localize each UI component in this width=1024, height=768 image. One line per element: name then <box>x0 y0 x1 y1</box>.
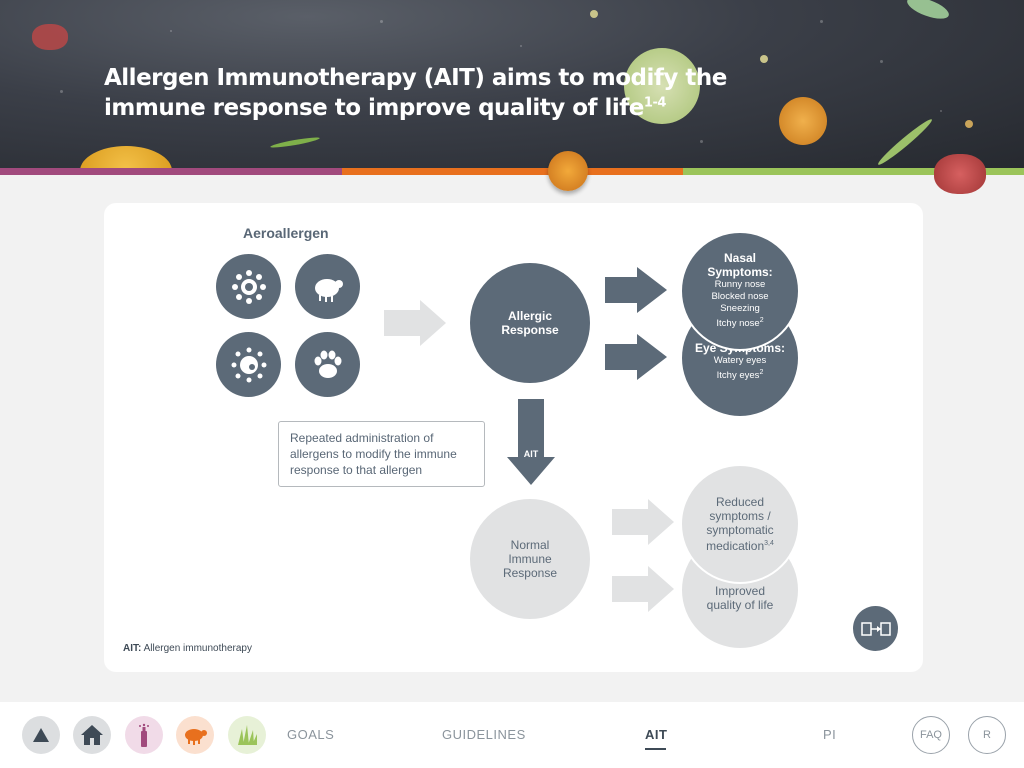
header-banner: Allergen Immunotherapy (AIT) aims to mod… <box>0 0 1024 168</box>
footnote: AIT: Allergen immunotherapy <box>123 643 252 654</box>
nav-link-pi[interactable]: PI <box>823 727 836 742</box>
color-bar-purple <box>0 168 342 175</box>
active-tab-indicator <box>645 748 666 750</box>
nasal-symptoms-circle: Nasal Symptoms: Runny nose Blocked nose … <box>680 231 800 351</box>
inhaler-button[interactable] <box>125 716 163 754</box>
pollen-decoration-icon <box>80 146 172 168</box>
dust-mite-icon <box>185 729 207 745</box>
faq-button[interactable]: FAQ <box>912 716 950 754</box>
normal-immune-response-circle: Normal Immune Response <box>470 499 590 619</box>
dust-mite-button[interactable] <box>176 716 214 754</box>
pollen-icon <box>216 254 281 319</box>
home-button[interactable] <box>73 716 111 754</box>
pollen-decoration-icon <box>548 151 588 191</box>
arrow-right-icon <box>605 334 667 380</box>
ait-arrow-label: AIT <box>523 449 539 459</box>
ait-arrow-down-icon <box>507 399 555 485</box>
arrow-right-icon <box>612 499 674 545</box>
nav-link-ait[interactable]: AIT <box>645 727 667 742</box>
up-arrow-button[interactable] <box>22 716 60 754</box>
nav-link-guidelines[interactable]: GUIDELINES <box>442 727 526 742</box>
grass-icon <box>238 725 257 745</box>
mite-decoration-icon <box>934 154 986 194</box>
dust-mite-icon <box>295 254 360 319</box>
expand-icon <box>860 621 891 636</box>
r-button[interactable]: R <box>968 716 1006 754</box>
reduced-symptoms-circle: Reduced symptoms / symptomatic medicatio… <box>680 464 800 584</box>
expand-toggle-button[interactable] <box>853 606 898 651</box>
arrow-right-icon <box>605 267 667 313</box>
arrow-right-icon <box>384 300 446 346</box>
grass-button[interactable] <box>228 716 266 754</box>
inhaler-icon <box>139 723 149 747</box>
home-icon <box>81 725 103 745</box>
color-bar-orange <box>342 168 683 175</box>
aeroallergen-title: Aeroallergen <box>243 225 329 241</box>
up-arrow-icon <box>33 728 49 742</box>
page-title: Allergen Immunotherapy (AIT) aims to mod… <box>104 65 727 121</box>
allergic-response-circle: Allergic Response <box>470 263 590 383</box>
ait-description-box: Repeated administration of allergens to … <box>278 421 485 487</box>
mite-decoration-icon <box>32 24 68 50</box>
arrow-right-icon <box>612 566 674 612</box>
mould-spore-icon <box>216 332 281 397</box>
nav-link-goals[interactable]: GOALS <box>287 727 334 742</box>
pet-paw-icon <box>295 332 360 397</box>
bottom-navigation: GOALS GUIDELINES AIT PI FAQ R <box>0 702 1024 768</box>
